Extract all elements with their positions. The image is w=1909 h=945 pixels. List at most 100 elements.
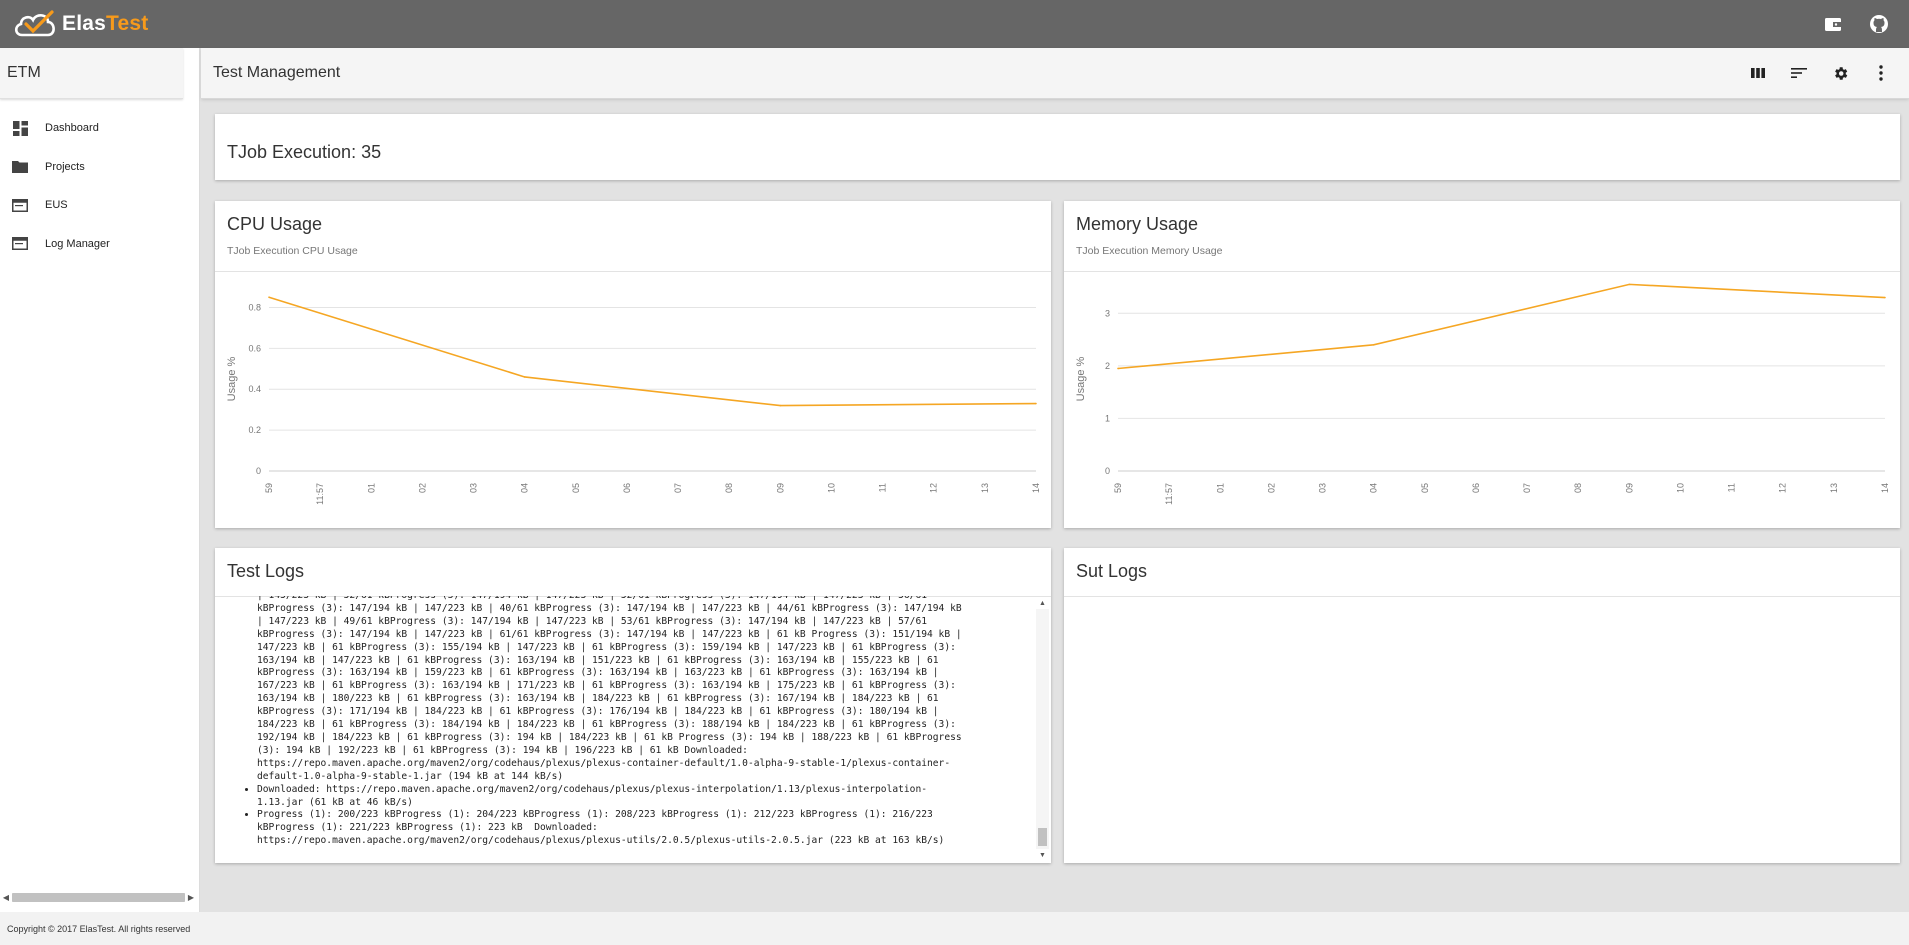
x-tick-label: 08 bbox=[1573, 483, 1583, 493]
x-tick-label: 03 bbox=[1318, 483, 1328, 493]
execution-title: TJob Execution: 35 bbox=[227, 142, 382, 162]
sut-logs-title: Sut Logs bbox=[1076, 561, 1148, 581]
x-tick-label: 01 bbox=[1215, 483, 1225, 493]
memory-card-title: Memory Usage bbox=[1076, 214, 1199, 234]
sidebar-item-projects[interactable]: Projects bbox=[0, 148, 199, 187]
dashboard-icon bbox=[12, 120, 28, 136]
log-line: kBProgress (3): 147/194 kB | 147/223 kB … bbox=[257, 602, 962, 614]
x-tick-label: 12 bbox=[1778, 483, 1788, 493]
y-tick-label: 0.2 bbox=[248, 425, 261, 435]
test-logs-title: Test Logs bbox=[227, 561, 305, 581]
scroll-thumb[interactable] bbox=[12, 893, 185, 902]
card-divider bbox=[215, 271, 1051, 272]
x-tick-label: 02 bbox=[1266, 483, 1276, 493]
elastest-logo[interactable]: ElasTest bbox=[12, 9, 148, 39]
x-tick-label: 03 bbox=[469, 483, 479, 493]
more-vert-icon[interactable] bbox=[1871, 62, 1891, 84]
sidebar-item-label: Projects bbox=[45, 160, 85, 173]
x-tick-label: 10 bbox=[1675, 483, 1685, 493]
sidebar-item-label: EUS bbox=[45, 199, 68, 212]
y-axis-label: Usage % bbox=[1075, 356, 1087, 401]
log-line: kBProgress (3): 147/194 kB | 147/223 kB … bbox=[257, 628, 962, 640]
cpu-card-subtitle: TJob Execution CPU Usage bbox=[227, 245, 358, 257]
scroll-right-icon[interactable]: ▶ bbox=[185, 891, 197, 904]
browser-icon bbox=[12, 236, 28, 252]
data-point bbox=[1372, 344, 1375, 346]
x-tick-label: 06 bbox=[622, 483, 632, 493]
x-tick-label: 59 bbox=[1113, 483, 1123, 493]
log-line: https://repo.maven.apache.org/maven2/org… bbox=[257, 757, 951, 769]
x-tick-label: 11:57 bbox=[315, 483, 325, 505]
sidebar-item-eus[interactable]: EUS bbox=[0, 186, 199, 225]
x-tick-label: 09 bbox=[1624, 483, 1634, 493]
x-tick-label: 59 bbox=[264, 483, 274, 493]
sut-logs-card: Sut Logs bbox=[1064, 548, 1900, 863]
y-tick-label: 0.4 bbox=[248, 384, 261, 394]
log-line: | 145/223 kB | 52/61 kBProgress (3): 147… bbox=[257, 596, 1067, 603]
log-line: (3): 194 kB | 192/223 kB | 61 kBProgress… bbox=[257, 744, 748, 756]
cloud-check-logo-icon bbox=[14, 10, 55, 37]
folder-icon bbox=[12, 159, 28, 175]
page-header: Test Management bbox=[201, 48, 1909, 99]
page-title: Test Management bbox=[213, 64, 341, 81]
logo-text-elas: Elas bbox=[62, 12, 106, 35]
sidebar-title: ETM bbox=[0, 48, 183, 99]
x-tick-label: 10 bbox=[826, 483, 836, 493]
scroll-track[interactable] bbox=[1036, 609, 1049, 849]
data-point bbox=[268, 296, 270, 299]
sidebar-item-dashboard[interactable]: Dashboard bbox=[0, 109, 199, 148]
data-point bbox=[1117, 367, 1119, 370]
x-tick-label: 11 bbox=[1727, 483, 1737, 492]
data-point bbox=[1884, 296, 1886, 299]
sort-icon[interactable] bbox=[1789, 62, 1809, 84]
memory-usage-chart: 012359 11:57 01 02 03 04 05 06 07 08 09 10 11 12 13 14U… bbox=[1075, 283, 1890, 505]
x-tick-label: 11:57 bbox=[1164, 483, 1174, 505]
footer: Copyright © 2017 ElasTest. All rights re… bbox=[0, 912, 1909, 945]
x-tick-label: 14 bbox=[1880, 483, 1890, 493]
x-tick-label: 05 bbox=[571, 483, 581, 493]
columns-icon[interactable] bbox=[1748, 62, 1768, 84]
card-divider bbox=[1064, 596, 1900, 597]
x-tick-label: 11 bbox=[878, 483, 888, 492]
y-tick-label: 0.8 bbox=[248, 302, 261, 312]
log-line: default-1.0-alpha-9-stable-1.jar (194 kB… bbox=[257, 770, 564, 782]
log-line: kBProgress (3): 163/194 kB | 159/223 kB … bbox=[257, 667, 939, 679]
test-logs-output[interactable]: | 145/223 kB | 52/61 kBProgress (3): 147… bbox=[227, 596, 1067, 856]
top-app-bar: ElasTest bbox=[0, 0, 1909, 48]
x-tick-label: 01 bbox=[366, 483, 376, 493]
cpu-usage-chart: 0 0.2 0.4 0.6 0.8 59 11:57 01 02 03 04 05 06 07 08 09 10… bbox=[226, 296, 1041, 505]
scroll-left-icon[interactable]: ◀ bbox=[0, 891, 12, 904]
cpu-card-title: CPU Usage bbox=[227, 214, 323, 234]
memory-usage-card: Memory Usage TJob Execution Memory Usage… bbox=[1064, 201, 1900, 528]
log-line: 147/223 kB | 61 kBProgress (3): 155/194 … bbox=[257, 641, 956, 653]
x-tick-label: 07 bbox=[1522, 483, 1532, 493]
x-tick-label: 07 bbox=[673, 483, 683, 493]
x-tick-label: 02 bbox=[417, 483, 427, 493]
y-tick-label: 0 bbox=[1105, 466, 1110, 476]
sidebar-item-label: Log Manager bbox=[45, 237, 110, 250]
x-tick-label: 09 bbox=[775, 483, 785, 493]
memory-card-subtitle: TJob Execution Memory Usage bbox=[1076, 245, 1223, 257]
logs-vertical-scrollbar[interactable]: ▲ ▼ bbox=[1036, 597, 1049, 861]
sidebar-horizontal-scrollbar[interactable]: ◀ ▶ bbox=[0, 891, 197, 904]
log-line: 192/194 kB | 184/223 kB | 61 kBProgress … bbox=[257, 731, 962, 743]
log-line: 163/194 kB | 147/223 kB | 61 kBProgress … bbox=[257, 654, 939, 666]
github-icon[interactable] bbox=[1867, 12, 1891, 36]
y-axis-label: Usage % bbox=[226, 356, 238, 401]
scroll-up-icon[interactable]: ▲ bbox=[1036, 597, 1049, 609]
wallet-icon[interactable] bbox=[1821, 12, 1845, 36]
scroll-down-icon[interactable]: ▼ bbox=[1036, 849, 1049, 861]
sidebar: ETM Dashboard Projects EUS Log Manager ◀… bbox=[0, 48, 200, 912]
log-continuation-text: | 145/223 kB | 52/61 kBProgress (3): 147… bbox=[227, 596, 1067, 784]
x-tick-label: 13 bbox=[980, 483, 990, 493]
scroll-track[interactable] bbox=[12, 893, 185, 902]
scroll-thumb[interactable] bbox=[1038, 828, 1047, 846]
sidebar-item-log-manager[interactable]: Log Manager bbox=[0, 225, 199, 264]
x-tick-label: 06 bbox=[1471, 483, 1481, 493]
y-tick-label: 0 bbox=[256, 466, 261, 476]
settings-icon[interactable] bbox=[1830, 62, 1850, 84]
log-entry: Progress (1): 200/223 kBProgress (1): 20… bbox=[257, 809, 1067, 848]
y-tick-label: 0.6 bbox=[248, 343, 261, 353]
log-entry: Downloaded: https://repo.maven.apache.or… bbox=[257, 784, 1067, 810]
x-tick-label: 14 bbox=[1031, 483, 1041, 493]
